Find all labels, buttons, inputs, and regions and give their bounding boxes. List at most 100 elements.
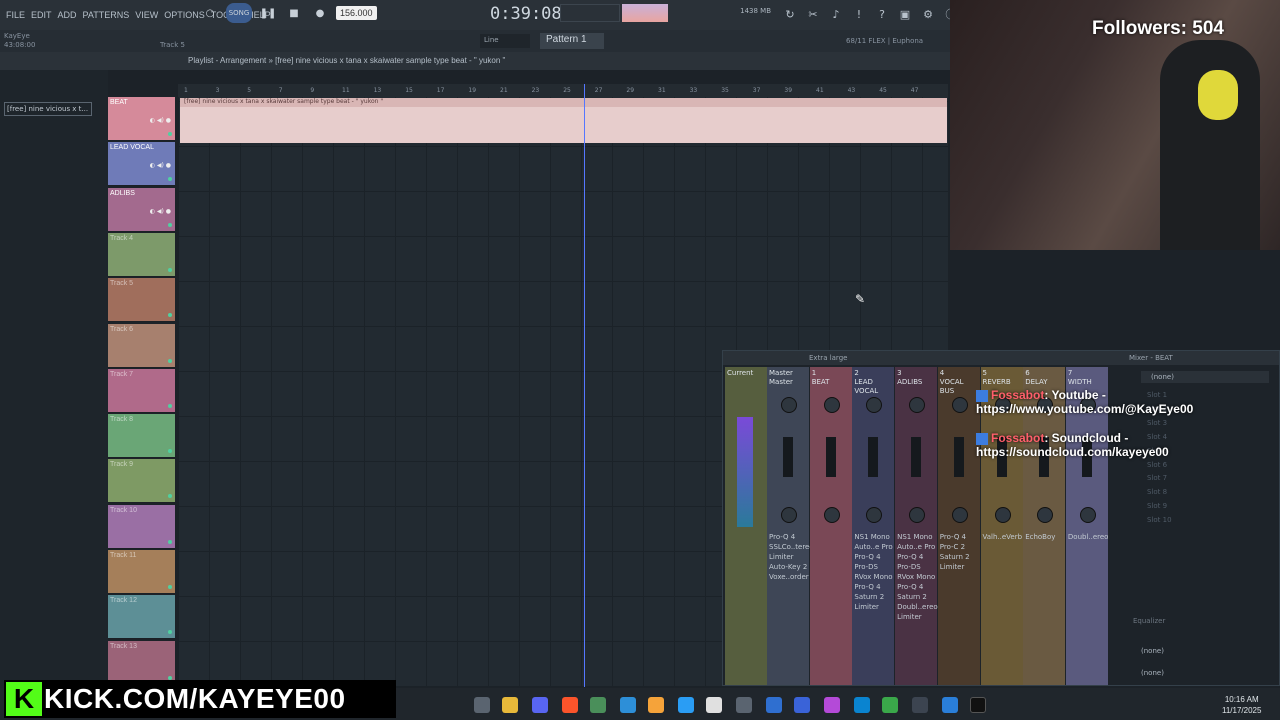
track-header[interactable]: Track 6 xyxy=(108,323,175,368)
record-button[interactable]: ● xyxy=(310,3,330,23)
stereo-knob[interactable] xyxy=(1037,507,1054,523)
effect-slot[interactable]: Slot 9 xyxy=(1147,502,1267,513)
record-icon[interactable]: ○ xyxy=(200,3,220,23)
tempo-display[interactable]: 156.000 xyxy=(336,6,377,20)
notes-icon[interactable] xyxy=(678,697,694,713)
save-icon[interactable]: ▣ xyxy=(897,6,913,22)
track-header[interactable]: Track 10 xyxy=(108,504,175,549)
track-led-icon[interactable] xyxy=(168,449,172,454)
taskview-icon[interactable] xyxy=(474,697,490,713)
refresh-icon[interactable]: ↻ xyxy=(782,6,798,22)
stereo-knob[interactable] xyxy=(823,507,840,523)
pan-knob[interactable] xyxy=(951,397,968,413)
time-display[interactable]: 0:39:08 xyxy=(490,4,562,24)
track-led-icon[interactable] xyxy=(168,222,172,227)
pause-button[interactable]: ❚❚ xyxy=(258,3,278,23)
effect-slot[interactable]: Slot 6 xyxy=(1147,461,1267,472)
track-header[interactable]: BEAT ◐ ◀) ● xyxy=(108,97,175,141)
effect-slot[interactable]: Slot 3 xyxy=(1147,419,1267,430)
track-header[interactable]: Track 8 xyxy=(108,414,175,459)
chat-link[interactable]: https://www.youtube.com/@KayEye00 xyxy=(976,402,1193,416)
mixer-size-select[interactable]: Extra large xyxy=(809,354,847,362)
timeline-ruler[interactable]: 1 3 5 7 9 11 13 15 17 19 21 23 25 27 29 31 33 35 37 39 41 43 4… xyxy=(178,84,948,97)
track-header[interactable]: ADLIBS ◐ ◀) ● xyxy=(108,187,175,232)
help-icon[interactable]: ? xyxy=(874,6,890,22)
track-led-icon[interactable] xyxy=(168,585,172,589)
app-icon[interactable] xyxy=(766,697,782,713)
pan-knob[interactable] xyxy=(909,397,926,413)
stereo-knob[interactable] xyxy=(994,507,1011,523)
mixer-strip[interactable]: 1 BEAT xyxy=(809,367,852,685)
settings-icon[interactable]: ⚙ xyxy=(920,6,936,22)
menu-patterns[interactable]: PATTERNS xyxy=(83,10,130,20)
track-led-icon[interactable] xyxy=(168,539,172,544)
brave-icon[interactable] xyxy=(562,697,578,713)
stereo-knob[interactable] xyxy=(1079,507,1096,523)
mixer-strip[interactable]: 2 LEAD VOCAL NS1 Mono Auto..e Pro Pro-Q 4 … xyxy=(852,367,895,685)
track-header[interactable]: Track 13 xyxy=(108,640,175,685)
chrome-icon[interactable] xyxy=(882,697,898,713)
pan-knob[interactable] xyxy=(866,397,883,413)
song-mode-toggle[interactable]: SONG xyxy=(226,3,252,23)
stop-button[interactable]: ■ xyxy=(284,3,304,23)
stereo-knob[interactable] xyxy=(909,507,926,523)
mixer-strip[interactable]: Current xyxy=(725,367,767,685)
info-icon[interactable]: ! xyxy=(851,6,867,22)
volume-fader[interactable] xyxy=(868,437,879,477)
stereo-knob[interactable] xyxy=(866,507,883,523)
track-header[interactable]: LEAD VOCAL ◐ ◀) ● xyxy=(108,142,175,187)
output-select-2[interactable]: (none) xyxy=(1141,669,1164,677)
track-led-icon[interactable] xyxy=(168,358,172,363)
mic-icon[interactable]: ♪ xyxy=(828,6,844,22)
playhead[interactable] xyxy=(584,84,585,687)
track-header[interactable]: Track 11 xyxy=(108,550,175,594)
menu-options[interactable]: OPTIONS xyxy=(164,10,205,20)
taskbar-clock[interactable]: 10:16 AM 11/17/2025 xyxy=(1222,694,1261,716)
mixer-icon[interactable]: ✂ xyxy=(805,6,821,22)
settings-taskbar-icon[interactable] xyxy=(736,697,752,713)
menu-add[interactable]: ADD xyxy=(58,10,77,20)
chatgpt-icon[interactable] xyxy=(706,697,722,713)
volume-fader[interactable] xyxy=(911,437,922,477)
track-controls-icon[interactable]: ◐ ◀) ● xyxy=(150,208,171,215)
track-led-icon[interactable] xyxy=(168,675,172,680)
track-header[interactable]: Track 4 xyxy=(108,232,175,277)
track-controls-icon[interactable]: ◐ ◀) ● xyxy=(150,162,171,169)
menu-view[interactable]: VIEW xyxy=(135,10,158,20)
volume-fader[interactable] xyxy=(953,437,964,477)
menu-file[interactable]: FILE xyxy=(6,10,25,20)
volume-fader[interactable] xyxy=(825,437,836,477)
track-header[interactable]: Track 9 xyxy=(108,459,175,504)
menu-edit[interactable]: EDIT xyxy=(31,10,52,20)
output-select-1[interactable]: (none) xyxy=(1141,647,1164,655)
stereo-knob[interactable] xyxy=(951,507,968,523)
app-icon-3[interactable] xyxy=(824,697,840,713)
effect-slot[interactable]: Slot 7 xyxy=(1147,474,1267,485)
track-led-icon[interactable] xyxy=(168,267,172,272)
discord-icon[interactable] xyxy=(532,697,548,713)
app-icon-2[interactable] xyxy=(794,697,810,713)
chat-link[interactable]: https://soundcloud.com/kayeye00 xyxy=(976,445,1169,459)
obs-icon[interactable] xyxy=(590,697,606,713)
mixer-strip[interactable]: 3 ADLIBS NS1 Mono Auto..e Pro Pro-Q 4 Pro-… xyxy=(895,367,938,685)
track-led-icon[interactable] xyxy=(168,494,172,499)
pan-knob[interactable] xyxy=(781,397,797,413)
file-explorer-icon[interactable] xyxy=(502,697,518,713)
browser-icon[interactable] xyxy=(620,697,636,713)
mixer-strip[interactable]: Master Master Pro-Q 4 SSLCo..tereo Limiter… xyxy=(767,367,814,685)
track-header[interactable]: Track 12 xyxy=(108,595,175,640)
track-led-icon[interactable] xyxy=(168,177,172,182)
track-led-icon[interactable] xyxy=(168,132,172,136)
app-icon-4[interactable] xyxy=(942,697,958,713)
effect-slot[interactable]: Slot 10 xyxy=(1147,516,1267,527)
terminal-icon[interactable] xyxy=(912,697,928,713)
tiktok-icon[interactable] xyxy=(970,697,986,713)
fl-studio-icon[interactable] xyxy=(648,697,664,713)
track-led-icon[interactable] xyxy=(168,630,172,635)
browser-item[interactable]: [free] nine vicious x t... xyxy=(4,102,92,116)
mixer-strip[interactable]: 4 VOCAL BUS Pro-Q 4 Pro-C 2 Saturn 2 Limit… xyxy=(937,367,980,685)
edge-icon[interactable] xyxy=(854,697,870,713)
stereo-knob[interactable] xyxy=(781,507,797,523)
effect-slot[interactable]: Slot 8 xyxy=(1147,488,1267,499)
track-header[interactable]: Track 5 xyxy=(108,278,175,323)
